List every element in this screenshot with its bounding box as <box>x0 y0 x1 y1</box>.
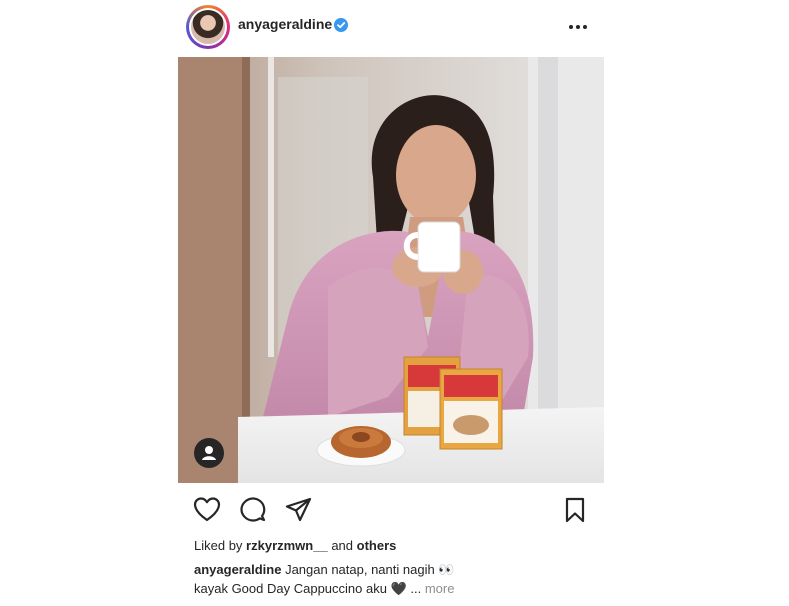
post-photo-image <box>178 57 604 483</box>
caption-ellipsis: ... <box>410 581 422 596</box>
caption-username[interactable]: anyageraldine <box>194 562 281 577</box>
likes-others-link[interactable]: others <box>357 538 397 553</box>
user-tag-button[interactable] <box>194 438 224 468</box>
post-caption: anyageraldine Jangan natap, nanti nagih … <box>194 560 584 598</box>
liker-username[interactable]: rzkyrzmwn__ <box>246 538 328 553</box>
post-username[interactable]: anyageraldine <box>238 16 332 32</box>
more-options-icon[interactable] <box>566 15 590 39</box>
verified-badge-icon <box>334 18 348 32</box>
avatar[interactable] <box>186 5 230 49</box>
comment-icon[interactable] <box>238 495 268 525</box>
bookmark-icon[interactable] <box>560 495 590 525</box>
likes-summary: Liked by rzkyrzmwn__ and others <box>194 538 396 553</box>
user-tag-icon <box>202 446 216 460</box>
likes-prefix: Liked by <box>194 538 243 553</box>
caption-text-line2: kayak Good Day Cappuccino aku 🖤 <box>194 581 407 596</box>
send-icon[interactable] <box>284 495 314 525</box>
caption-more-link[interactable]: more <box>425 581 455 596</box>
post-photo[interactable] <box>178 57 604 483</box>
post-header: anyageraldine <box>178 0 604 56</box>
instagram-post: anyageraldine Liked by rzkyrzmwn__ and o… <box>178 0 604 606</box>
heart-icon[interactable] <box>192 495 222 525</box>
avatar-inner <box>189 8 227 46</box>
action-bar <box>178 495 604 527</box>
avatar-image <box>191 10 225 44</box>
caption-text-line1: Jangan natap, nanti nagih 👀 <box>285 562 455 577</box>
likes-connector: and <box>331 538 354 553</box>
